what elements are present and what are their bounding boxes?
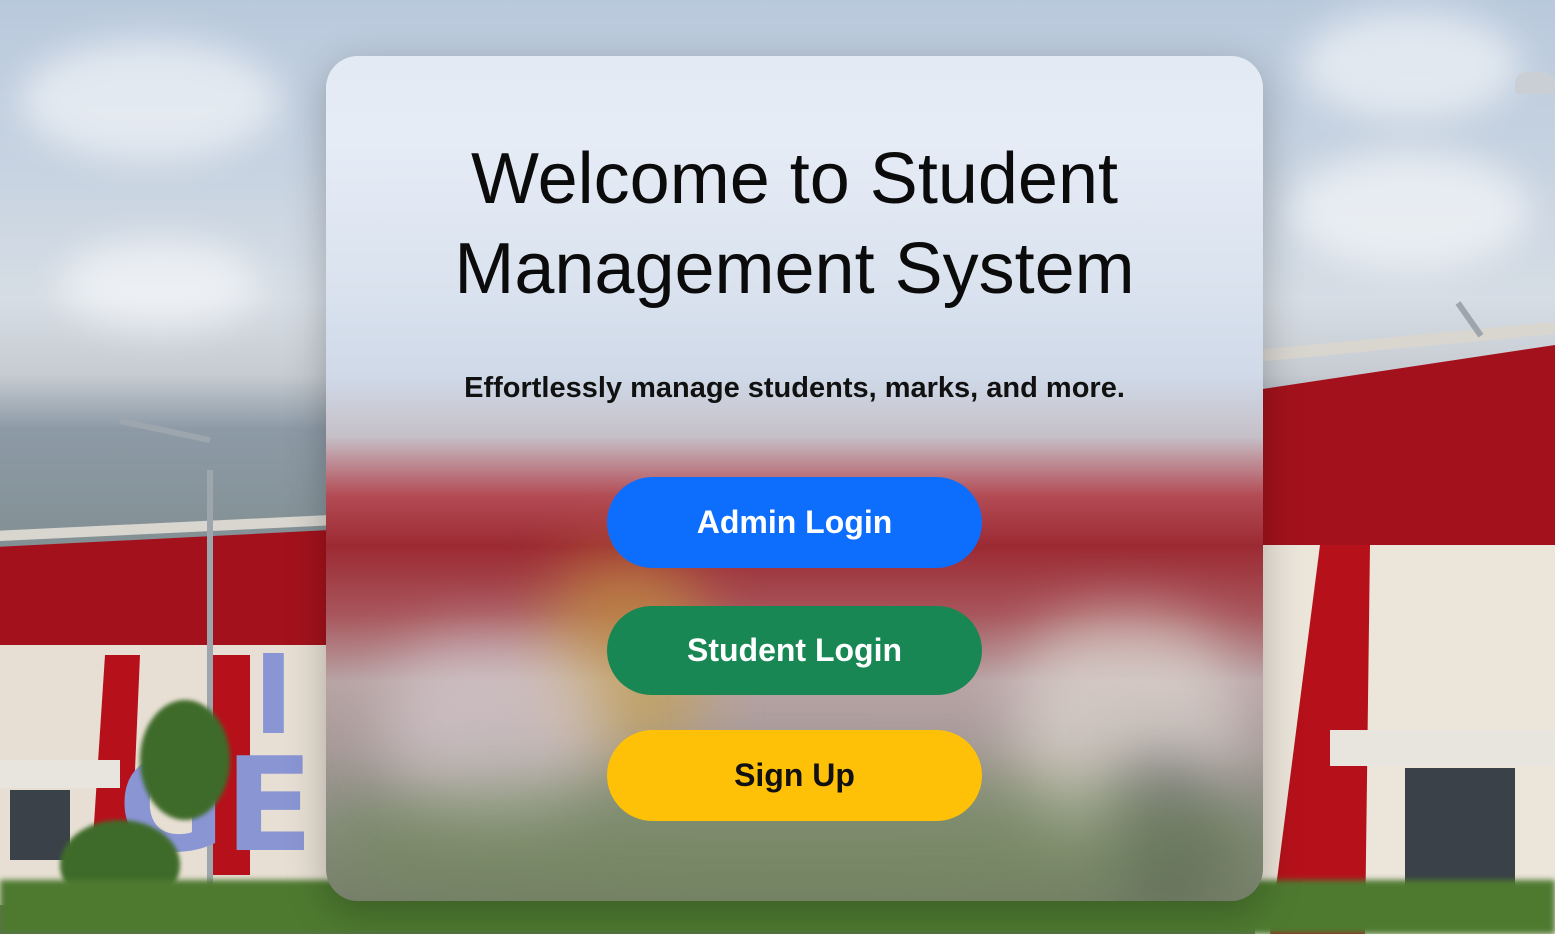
- page-title: Welcome to Student Management System: [454, 139, 1135, 309]
- welcome-card: Welcome to Student Management System Eff…: [326, 56, 1263, 901]
- admin-login-button[interactable]: Admin Login: [607, 477, 982, 568]
- building-ledge: [1330, 730, 1555, 766]
- page-subtitle: Effortlessly manage students, marks, and…: [464, 372, 1125, 404]
- tree-decoration: [140, 700, 230, 820]
- street-lamp-head: [1515, 72, 1555, 94]
- sign-up-button[interactable]: Sign Up: [607, 730, 982, 821]
- street-lamp-arm: [119, 418, 211, 444]
- student-login-button[interactable]: Student Login: [607, 606, 982, 695]
- cloud-decoration: [1300, 10, 1520, 120]
- campus-background: I GE Welcome to Student Management Syste…: [0, 0, 1555, 934]
- cloud-decoration: [1290, 150, 1530, 270]
- cloud-decoration: [60, 240, 260, 330]
- building-ledge: [0, 760, 120, 788]
- cloud-decoration: [20, 40, 280, 160]
- card-content: Welcome to Student Management System Eff…: [326, 56, 1263, 901]
- building-window: [10, 790, 70, 860]
- building-roof-right: [1255, 345, 1555, 550]
